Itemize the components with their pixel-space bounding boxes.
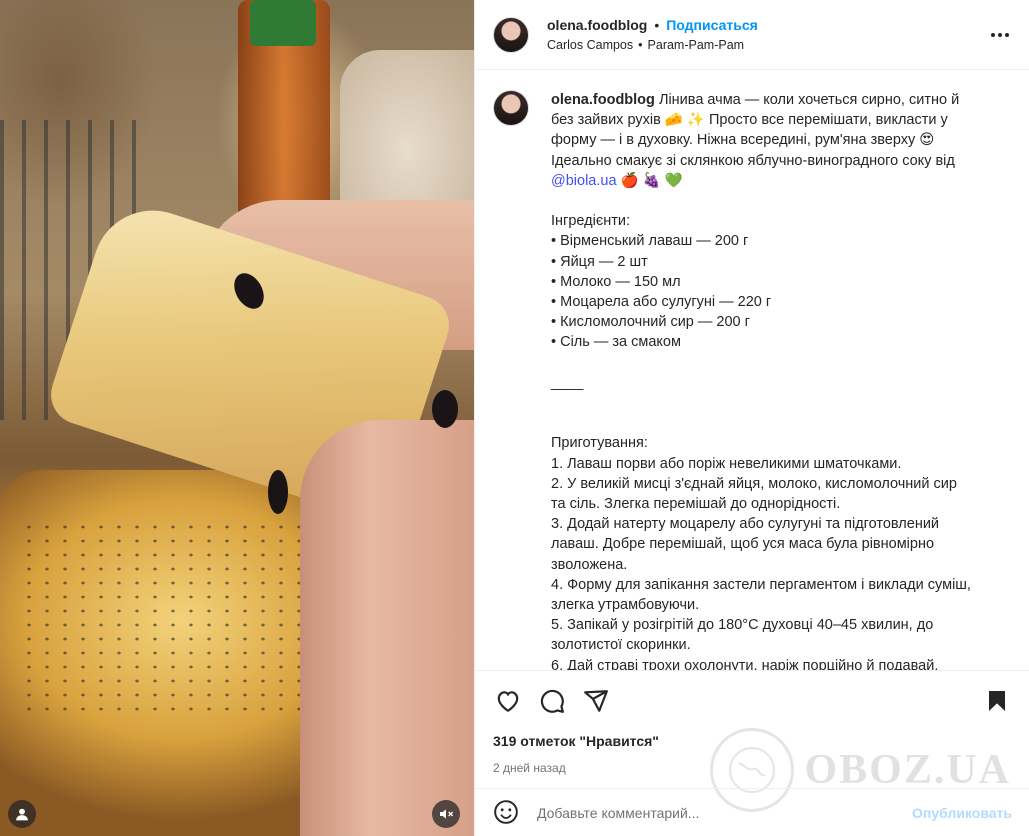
bottle-cap — [250, 0, 316, 46]
user-icon — [16, 808, 28, 821]
heart-icon — [497, 691, 519, 713]
ingredient-item: • Кисломолочний сир — 200 г — [551, 314, 750, 331]
step-line: 6. Дай страві трохи охолонути, наріж пор… — [551, 657, 939, 670]
step-line: 5. Запікай у розігрітій до 180°C духовці… — [551, 617, 934, 634]
ingredients-title: Інгредієнти: — [551, 213, 630, 230]
fingernail — [432, 390, 458, 428]
divider: ____ — [551, 374, 584, 391]
caption-avatar[interactable] — [493, 90, 529, 126]
caption-line: форму — і в духовку. Ніжна всередині, ру… — [551, 132, 935, 149]
caption-line-text: Лінива ачма — коли хочеться сирно, ситно… — [658, 92, 960, 108]
caption-line: @biola.ua 🍎 🍇 💚 — [551, 171, 1001, 191]
share-button[interactable] — [581, 686, 611, 716]
ingredient-item: • Молоко — 150 мл — [551, 273, 681, 290]
bookmark-icon — [989, 691, 1005, 711]
step-line: золотистої скоринки. — [551, 637, 691, 654]
mute-icon — [440, 809, 454, 819]
step-line: та сіль. Злегка перемішай до однорідност… — [551, 496, 841, 512]
ingredient-item: • Сіль — за смаком — [551, 334, 681, 351]
instagram-post: olena.foodblog • Подписаться Carlos Camp… — [0, 0, 1029, 836]
caption-block: olena.foodblog Лінива ачма — коли хочеть… — [493, 70, 1013, 670]
step-line: злегка утрамбовуючи. — [551, 597, 700, 614]
post-media-video[interactable] — [0, 0, 474, 836]
more-icon — [991, 33, 995, 37]
ingredient-item: • Вірменський лаваш — 200 г — [551, 233, 749, 250]
audio-title: Param-Pam-Pam — [647, 38, 745, 52]
caption-line: без зайвих рухів 🧀 ✨ Просто все переміша… — [551, 112, 948, 129]
comment-icon — [540, 689, 564, 713]
arm — [300, 420, 474, 836]
sesame-seeds — [20, 520, 320, 720]
separator: • — [654, 17, 660, 33]
caption-username[interactable]: olena.foodblog — [551, 92, 655, 108]
mention-link[interactable]: @biola.ua — [551, 173, 617, 189]
follow-button[interactable]: Подписаться — [666, 17, 758, 33]
like-button[interactable] — [493, 686, 523, 716]
ingredient-item: • Моцарела або сулугуні — 220 г — [551, 294, 772, 311]
header-meta: olena.foodblog • Подписаться Carlos Camp… — [547, 17, 758, 52]
caption-line: Ідеально смакує зі склянкою яблучно-вино… — [551, 152, 955, 169]
audio-artist: Carlos Campos — [547, 38, 634, 52]
watermark-text: OBOZ.UA — [804, 747, 1011, 793]
steps-title: Приготування: — [551, 435, 648, 452]
comment-bar: Добавьте комментарий... Опубликовать — [475, 788, 1029, 836]
more-icon-dot — [1005, 33, 1009, 37]
emoji-icon — [494, 799, 518, 824]
caption-text: olena.foodblog Лінива ачма — коли хочеть… — [551, 90, 1001, 670]
tagged-user-button[interactable] — [8, 800, 36, 828]
step-line: зволожена. — [551, 556, 628, 573]
avatar[interactable] — [493, 16, 529, 53]
post-side-panel: olena.foodblog • Подписаться Carlos Camp… — [474, 0, 1029, 836]
post-header: olena.foodblog • Подписаться Carlos Camp… — [475, 0, 1029, 70]
step-line: лаваш. Добре перемішай, щоб уся маса бул… — [551, 536, 935, 553]
step-line: 1. Лаваш порви або поріж невеликими шмат… — [551, 455, 902, 472]
username-link[interactable]: olena.foodblog — [547, 17, 647, 33]
step-line: 2. У великій мисці з'єднай яйця, молоко,… — [551, 475, 957, 492]
step-line: 4. Форму для запікання застели пергамент… — [551, 576, 971, 593]
save-button[interactable] — [982, 686, 1012, 716]
more-options-button[interactable] — [991, 26, 1013, 44]
audio-info[interactable]: Carlos Campos • Param-Pam-Pam — [547, 38, 758, 52]
emoji-button[interactable] — [493, 799, 521, 827]
step-line: 3. Додай натерту моцарелу або сулугуні т… — [551, 516, 940, 533]
ingredient-item: • Яйця — 2 шт — [551, 253, 648, 270]
comment-button[interactable] — [537, 686, 567, 716]
fingernail — [268, 470, 288, 514]
share-icon — [584, 690, 608, 712]
action-icons — [493, 671, 1012, 731]
audio-separator: • — [638, 38, 643, 52]
mute-button[interactable] — [432, 800, 460, 828]
caption-line: olena.foodblog Лінива ачма — коли хочеть… — [551, 90, 1001, 110]
more-icon-dot — [998, 33, 1002, 37]
post-comment-button[interactable]: Опубликовать — [912, 805, 1012, 821]
mention-emojis: 🍎 🍇 💚 — [620, 172, 683, 189]
header-user-row: olena.foodblog • Подписаться — [547, 17, 758, 33]
comment-input[interactable]: Добавьте комментарий... — [537, 805, 912, 821]
